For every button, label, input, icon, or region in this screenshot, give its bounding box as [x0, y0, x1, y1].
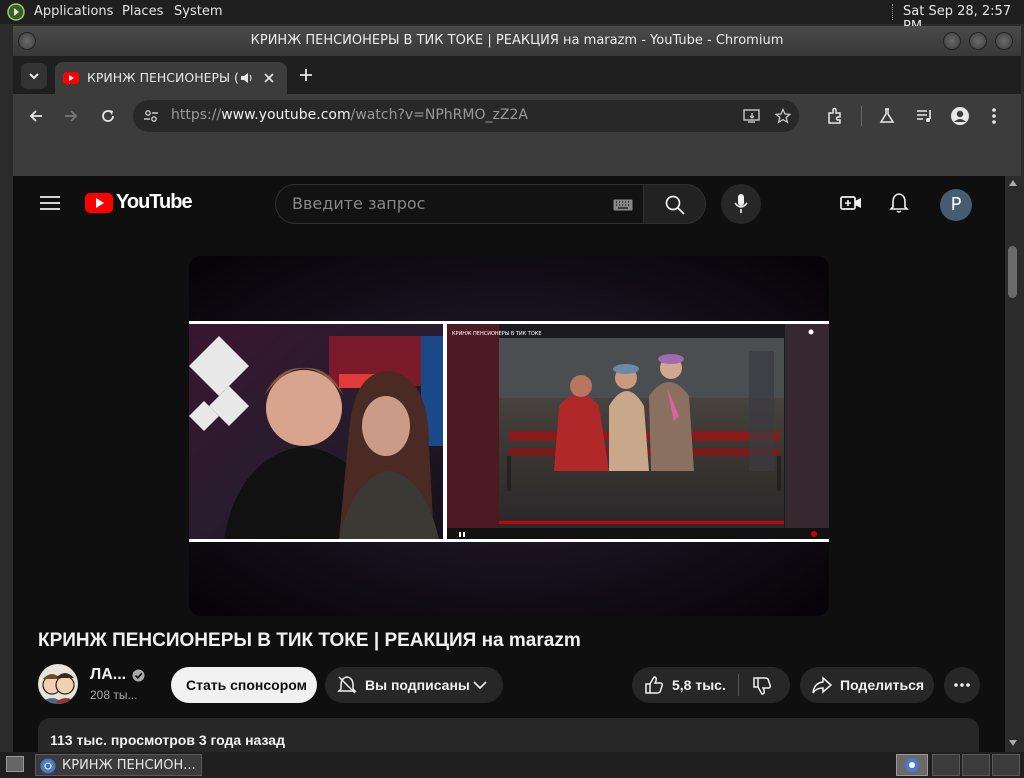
chevron-down-icon: [473, 681, 487, 690]
speaker-icon[interactable]: [239, 71, 253, 85]
scroll-thumb[interactable]: [1008, 246, 1017, 298]
browser-toolbar: https://www.youtube.com/watch?v=NPhRMO_z…: [13, 94, 1021, 138]
video-title: КРИНЖ ПЕНСИОНЕРЫ В ТИК ТОКЕ | РЕАКЦИЯ на…: [38, 630, 581, 651]
bottom-taskbar: КРИНЖ ПЕНСИОН...: [0, 752, 1024, 778]
show-desktop-icon[interactable]: [6, 756, 24, 772]
chromium-icon: [40, 758, 56, 774]
minimize-button[interactable]: [943, 32, 961, 50]
panel-separator: [892, 4, 894, 20]
more-actions-button[interactable]: [944, 667, 980, 703]
share-label: Поделиться: [840, 677, 925, 693]
labs-flask-icon[interactable]: [879, 107, 895, 125]
tab-title: КРИНЖ ПЕНСИОНЕРЫ (: [87, 70, 239, 85]
workspace-chromium-icon: [905, 758, 919, 772]
subscribed-button[interactable]: Вы подписаны: [325, 667, 503, 703]
menu-applications[interactable]: Applications: [34, 4, 113, 19]
install-app-icon[interactable]: [743, 108, 761, 124]
channel-avatar-art: [40, 673, 78, 704]
bell-off-icon: [337, 676, 357, 694]
chevron-down-icon: [29, 73, 39, 80]
subscriber-count: 208 ты...: [90, 688, 138, 702]
url-text: https://www.youtube.com/watch?v=NPhRMO_z…: [171, 107, 528, 123]
bookmark-star-icon[interactable]: [775, 108, 791, 124]
video-frame: КРИНЖ ПЕНСИОНЕРЫ В ТИК ТОКЕ: [189, 256, 829, 616]
search-input[interactable]: Введите запрос: [275, 184, 643, 224]
description-box[interactable]: 113 тыс. просмотров 3 года назад: [38, 718, 979, 752]
address-bar[interactable]: https://www.youtube.com/watch?v=NPhRMO_z…: [133, 100, 799, 132]
workspace-2[interactable]: [932, 754, 960, 776]
workspace-4[interactable]: [992, 754, 1020, 776]
window-titlebar[interactable]: КРИНЖ ПЕНСИОНЕРЫ В ТИК ТОКЕ | РЕАКЦИЯ на…: [13, 26, 1021, 56]
verified-check-icon: [132, 669, 145, 682]
voice-search-button[interactable]: [721, 184, 761, 224]
description-meta: 113 тыс. просмотров 3 года назад: [50, 732, 285, 748]
thumbs-up-icon: [645, 676, 664, 694]
taskbar-window-label: КРИНЖ ПЕНСИОН...: [62, 758, 196, 773]
window-title: КРИНЖ ПЕНСИОНЕРЫ В ТИК ТОКЕ | РЕАКЦИЯ на…: [250, 33, 784, 48]
site-settings-icon[interactable]: [143, 108, 159, 124]
share-button[interactable]: Поделиться: [800, 667, 934, 703]
new-tab-icon[interactable]: [299, 68, 313, 82]
top-panel: Applications Places System Sat Sep 28, 2…: [0, 0, 1024, 34]
scroll-up-icon[interactable]: [1009, 180, 1017, 186]
maximize-button[interactable]: [969, 32, 987, 50]
keyboard-icon[interactable]: [613, 199, 633, 211]
sponsor-button[interactable]: Стать спонсором: [171, 667, 317, 703]
inner-video-title: КРИНЖ ПЕНСИОНЕРЫ В ТИК ТОКЕ: [452, 331, 541, 337]
search-button[interactable]: [643, 184, 706, 224]
thumbs-down-icon: [753, 677, 772, 695]
like-button[interactable]: 5,8 тыс.: [632, 667, 738, 703]
menu-places[interactable]: Places: [122, 4, 163, 19]
url-host: www.youtube.com: [221, 107, 351, 123]
channel-avatar[interactable]: [38, 664, 78, 704]
like-dislike-group: 5,8 тыс.: [632, 667, 790, 703]
extensions-icon[interactable]: [826, 107, 844, 125]
like-count: 5,8 тыс.: [672, 677, 726, 693]
subscribed-label: Вы подписаны: [365, 677, 470, 693]
channel-name[interactable]: ЛА...: [90, 666, 126, 684]
media-controls-icon[interactable]: [915, 107, 933, 125]
tab-strip: КРИНЖ ПЕНСИОНЕРЫ (: [13, 56, 1021, 94]
sponsor-label: Стать спонсором: [186, 677, 307, 693]
youtube-page: YouTube Введите запрос P КРИНЖ ПЕНСИОНЕР…: [13, 176, 1005, 752]
back-icon[interactable]: [28, 108, 44, 124]
microphone-icon: [734, 194, 748, 213]
menu-system[interactable]: System: [174, 4, 222, 19]
gnome-foot-icon[interactable]: [7, 3, 25, 21]
toolbar-divider: [861, 106, 862, 126]
reload-icon[interactable]: [100, 108, 116, 124]
hamburger-menu-icon[interactable]: [40, 195, 60, 211]
tab-close-icon[interactable]: [263, 72, 275, 84]
create-video-icon[interactable]: [840, 193, 862, 213]
browser-window: КРИНЖ ПЕНСИОНЕРЫ В ТИК ТОКЕ | РЕАКЦИЯ на…: [13, 26, 1021, 752]
youtube-favicon-icon: [63, 72, 79, 84]
bookmarks-bar: [13, 138, 1021, 176]
close-button[interactable]: [995, 32, 1013, 50]
youtube-logo-icon: [85, 193, 113, 213]
scroll-down-icon[interactable]: [1009, 740, 1017, 746]
account-avatar[interactable]: P: [940, 189, 972, 221]
dislike-button[interactable]: [739, 667, 790, 703]
taskbar-window-button[interactable]: КРИНЖ ПЕНСИОН...: [35, 754, 202, 776]
youtube-logo-text: YouTube: [116, 191, 193, 213]
notifications-bell-icon[interactable]: [889, 192, 909, 214]
tab-youtube[interactable]: КРИНЖ ПЕНСИОНЕРЫ (: [55, 62, 287, 94]
page-scrollbar[interactable]: [1005, 176, 1021, 752]
workspace-switcher[interactable]: [896, 754, 928, 776]
search-placeholder: Введите запрос: [292, 194, 426, 213]
search-icon: [665, 195, 685, 215]
more-menu-icon[interactable]: [991, 107, 997, 125]
tab-search-button[interactable]: [21, 63, 47, 89]
forward-icon[interactable]: [63, 108, 79, 124]
video-player[interactable]: КРИНЖ ПЕНСИОНЕРЫ В ТИК ТОКЕ: [189, 256, 829, 616]
url-scheme: https://: [171, 107, 222, 123]
share-arrow-icon: [812, 676, 832, 694]
profile-icon[interactable]: [950, 106, 970, 126]
workspace-3[interactable]: [962, 754, 990, 776]
more-horizontal-icon: [954, 683, 970, 687]
url-path: /watch?v=NPhRMO_zZ2A: [350, 107, 528, 123]
